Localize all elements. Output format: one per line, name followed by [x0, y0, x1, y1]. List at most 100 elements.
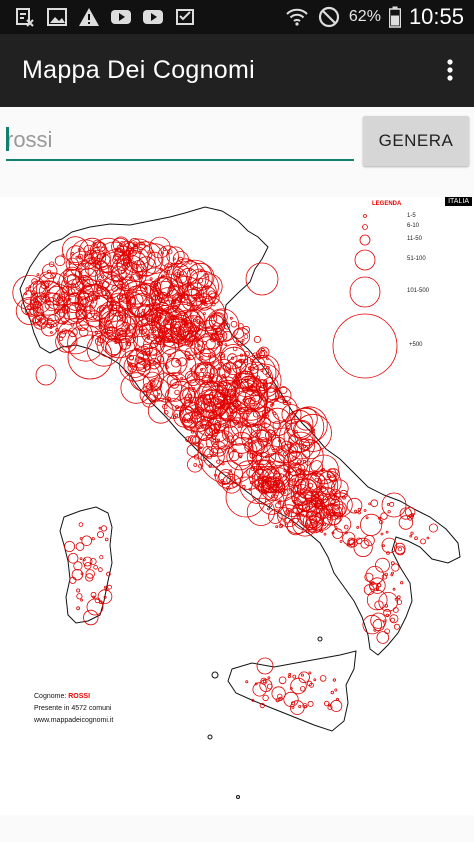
sim-manager-icon: [16, 8, 34, 27]
surname-marker: [172, 415, 177, 419]
surname-marker: [141, 308, 145, 312]
surname-marker: [133, 250, 137, 254]
map-info: Cognome: ROSSI Presente in 4572 comuni w…: [34, 691, 113, 727]
surname-marker: [219, 334, 223, 338]
surname-marker: [91, 537, 95, 541]
surname-marker: [149, 277, 153, 281]
surname-marker: [149, 326, 154, 330]
surname-marker: [394, 597, 398, 601]
legend-symbol: [349, 276, 381, 308]
surname-marker: [230, 320, 238, 328]
surname-marker: [207, 354, 211, 358]
surname-marker: [372, 618, 385, 632]
legend-label: 101-500: [407, 288, 430, 294]
app-bar: Mappa Dei Cognomi: [0, 34, 474, 107]
surname-marker: [382, 544, 385, 548]
legend-title: LEGENDA: [372, 201, 402, 207]
surname-marker: [237, 425, 241, 429]
surname-marker: [335, 697, 339, 701]
surname-marker: [392, 587, 396, 591]
surname-marker: [138, 275, 142, 279]
surname-marker: [174, 389, 180, 396]
surname-marker: [139, 243, 170, 274]
surname-marker: [387, 510, 391, 514]
surname-marker: [259, 351, 263, 355]
site-url: www.mappadeicognomi.it: [34, 717, 114, 724]
surname-marker: [36, 273, 40, 276]
legend-symbols: [332, 214, 398, 379]
surname-marker: [409, 534, 413, 538]
surname-marker: [300, 686, 306, 692]
bottom-strip: [0, 815, 474, 842]
surname-marker: [359, 513, 383, 536]
surname-marker: [397, 547, 402, 552]
surname-marker: [385, 613, 390, 618]
youtube-icon: [111, 10, 131, 24]
search-row: GENERA: [0, 107, 474, 197]
surname-marker: [122, 348, 126, 352]
surname-marker: [245, 680, 249, 684]
more-vert-icon[interactable]: [438, 54, 462, 88]
surname-marker: [217, 438, 221, 442]
surname-marker: [89, 558, 97, 565]
warning-icon: [79, 8, 99, 26]
sardinia-outline: [59, 506, 113, 624]
surname-marker: [390, 561, 395, 566]
youtube-icon: [143, 10, 163, 24]
surname-marker: [386, 502, 390, 506]
battery-percentage: 62%: [348, 8, 381, 25]
surname-marker: [101, 275, 105, 279]
surname-marker: [289, 478, 293, 482]
surname-marker: [288, 401, 292, 405]
surname-marker: [79, 557, 83, 561]
surname-marker: [357, 507, 362, 512]
surname-marker: [392, 607, 399, 613]
surname-marker: [190, 315, 194, 319]
surname-marker: [135, 273, 139, 277]
surname-marker: [78, 327, 82, 331]
surname-marker: [61, 253, 65, 257]
clock: 10:55: [408, 4, 464, 29]
surname-marker: [94, 297, 98, 300]
surname-marker: [165, 338, 169, 342]
surname-marker: [192, 318, 197, 322]
surname-marker: [157, 392, 161, 396]
surname-marker: [177, 357, 187, 367]
legend-label: 1-5: [407, 213, 416, 219]
do-not-disturb-icon: [318, 6, 340, 28]
surname-input[interactable]: [6, 121, 354, 161]
presence-text: Presente in 4572 comuni: [34, 705, 112, 712]
surname-marker: [288, 519, 292, 523]
surname-marker: [47, 289, 50, 293]
surname-marker: [241, 325, 250, 334]
surname-marker: [268, 504, 272, 508]
surname-marker: [300, 673, 304, 677]
surname-marker: [159, 372, 190, 402]
legend-symbol: [362, 224, 368, 230]
surname-marker: [50, 331, 53, 334]
surname-marker: [426, 536, 430, 540]
surname-marker: [76, 588, 81, 593]
surname-marker: [241, 338, 245, 342]
surname-marker: [370, 499, 379, 508]
surname-marker: [82, 558, 86, 562]
app-title: Mappa Dei Cognomi: [22, 56, 255, 84]
surname-marker: [180, 376, 184, 380]
surname-marker: [222, 422, 226, 426]
surname-marker: [28, 312, 32, 316]
surname-marker: [202, 312, 206, 315]
surname-marker: [197, 344, 201, 347]
surname-marker: [253, 335, 261, 344]
surname-marker: [375, 557, 390, 573]
surname-marker: [93, 564, 98, 570]
genera-button[interactable]: GENERA: [363, 116, 469, 166]
surname-marker: [50, 324, 55, 328]
surname-marker: [385, 530, 389, 534]
surname-marker: [98, 526, 102, 530]
surname-marker: [76, 593, 83, 600]
surname-marker: [290, 677, 307, 695]
surname-marker: [93, 314, 98, 319]
surname-line: Cognome: ROSSI: [34, 691, 113, 703]
surname-marker: [78, 522, 84, 527]
surname-marker: [357, 511, 361, 515]
